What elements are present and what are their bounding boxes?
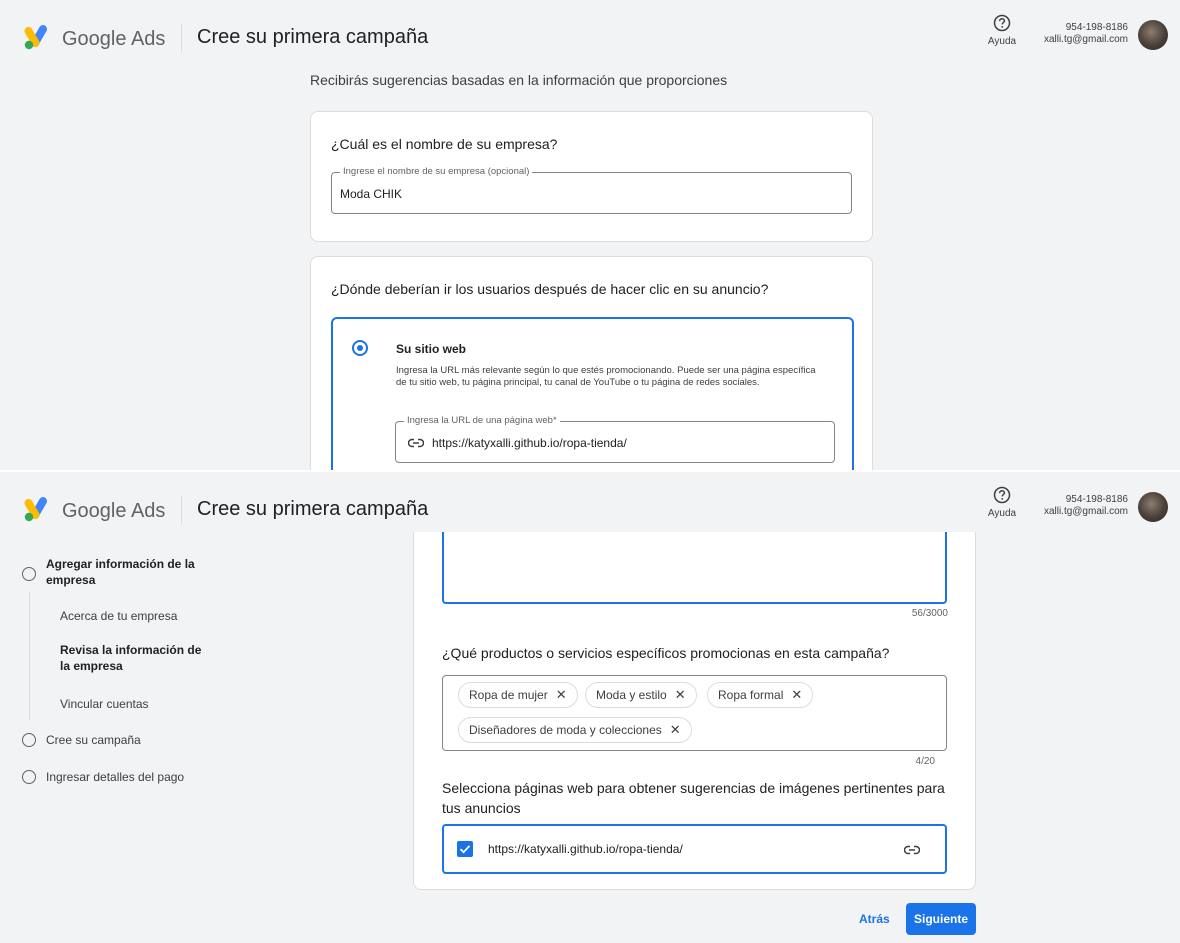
- substep-link-accounts[interactable]: Vincular cuentas: [60, 696, 149, 712]
- account-info[interactable]: 954-198-8186 xalli.tg@gmail.com: [1030, 494, 1128, 518]
- chip-label: Ropa de mujer: [469, 688, 548, 702]
- page-url-value: https://katyxalli.github.io/ropa-tienda/: [488, 842, 683, 856]
- account-info[interactable]: 954-198-8186 xalli.tg@gmail.com: [1030, 22, 1128, 46]
- business-name-question: ¿Cuál es el nombre de su empresa?: [331, 136, 558, 152]
- destination-question: ¿Dónde deberían ir los usuarios después …: [331, 281, 769, 297]
- page-url-checkbox[interactable]: [457, 841, 473, 857]
- chip-ropa-formal: Ropa formal ✕: [707, 682, 814, 708]
- next-button[interactable]: Siguiente: [906, 903, 976, 935]
- website-url-value: https://katyxalli.github.io/ropa-tienda/: [432, 436, 627, 450]
- step-3-label[interactable]: Ingresar detalles del pago: [46, 770, 184, 784]
- link-icon: [904, 845, 920, 855]
- chip-label: Ropa formal: [718, 688, 784, 702]
- remove-chip-icon[interactable]: ✕: [556, 687, 567, 703]
- step-3-circle: [22, 770, 36, 784]
- account-email: xalli.tg@gmail.com: [1043, 34, 1128, 45]
- business-description-textarea[interactable]: [442, 532, 947, 604]
- products-chips-input[interactable]: Ropa de mujer ✕ Moda y estilo ✕ Ropa for…: [442, 675, 947, 751]
- pages-question: Selecciona páginas web para obtener suge…: [442, 780, 945, 816]
- substep-about-business[interactable]: Acerca de tu empresa: [60, 608, 177, 624]
- business-name-label: Ingrese el nombre de su empresa (opciona…: [340, 166, 533, 177]
- products-question: ¿Qué productos o servicios específicos p…: [442, 645, 890, 661]
- brand-name: Google Ads: [62, 500, 166, 522]
- step-1-circle: [22, 567, 36, 581]
- help-label: Ayuda: [987, 508, 1017, 519]
- page-subtitle: Recibirás sugerencias basadas en la info…: [310, 72, 728, 88]
- help-label: Ayuda: [987, 36, 1017, 47]
- website-url-label: Ingresa la URL de una página web*: [404, 415, 560, 426]
- page-url-option[interactable]: https://katyxalli.github.io/ropa-tienda/: [442, 824, 947, 874]
- chip-disenadores-de-moda: Diseñadores de moda y colecciones ✕: [458, 717, 692, 743]
- account-phone: 954-198-8186: [1065, 494, 1128, 505]
- bottom-panel: Google Ads Cree su primera campaña Ayuda…: [0, 472, 1180, 943]
- app-header: Google Ads Cree su primera campaña Ayuda…: [0, 0, 1180, 64]
- description-counter: 56/3000: [911, 608, 948, 619]
- header-divider: [181, 24, 182, 52]
- chip-label: Diseñadores de moda y colecciones: [469, 723, 662, 737]
- app-header-repeat: Google Ads Cree su primera campaña Ayuda…: [0, 472, 1180, 536]
- website-option-title: Su sitio web: [396, 342, 467, 356]
- chip-ropa-de-mujer: Ropa de mujer ✕: [458, 682, 578, 708]
- top-panel: Google Ads Cree su primera campaña Ayuda…: [0, 0, 1180, 470]
- remove-chip-icon[interactable]: ✕: [670, 722, 681, 738]
- back-button[interactable]: Atrás: [859, 912, 890, 926]
- website-option[interactable]: Su sitio web Ingresa la URL más relevant…: [331, 317, 854, 470]
- business-name-value: Moda CHIK: [340, 187, 403, 201]
- destination-card: ¿Dónde deberían ir los usuarios después …: [310, 256, 873, 470]
- remove-chip-icon[interactable]: ✕: [791, 687, 802, 703]
- website-option-description: Ingresa la URL más relevante según lo qu…: [396, 365, 816, 388]
- google-ads-logo-icon: [24, 25, 47, 50]
- check-icon: [459, 845, 471, 854]
- help-button[interactable]: Ayuda: [984, 14, 1020, 47]
- business-details-card: 56/3000 ¿Qué productos o servicios espec…: [413, 532, 976, 890]
- step-1-line: [29, 592, 30, 720]
- avatar[interactable]: [1138, 492, 1168, 522]
- step-2-label[interactable]: Cree su campaña: [46, 733, 141, 747]
- remove-chip-icon[interactable]: ✕: [675, 687, 686, 703]
- help-icon: [993, 486, 1011, 504]
- help-button[interactable]: Ayuda: [984, 486, 1020, 519]
- page-title: Cree su primera campaña: [197, 498, 429, 520]
- account-email: xalli.tg@gmail.com: [1043, 506, 1128, 517]
- step-2-circle: [22, 733, 36, 747]
- help-icon: [993, 14, 1011, 32]
- brand-name: Google Ads: [62, 28, 166, 50]
- account-phone: 954-198-8186: [1065, 22, 1128, 33]
- business-name-card: ¿Cuál es el nombre de su empresa? Ingres…: [310, 111, 873, 242]
- header-divider: [181, 496, 182, 524]
- chip-moda-y-estilo: Moda y estilo ✕: [585, 682, 697, 708]
- business-name-input[interactable]: Ingrese el nombre de su empresa (opciona…: [331, 166, 852, 214]
- website-radio[interactable]: [352, 340, 368, 356]
- step-1-label[interactable]: Agregar información de la empresa: [46, 556, 206, 588]
- chip-label: Moda y estilo: [596, 688, 667, 702]
- google-ads-logo-icon: [24, 497, 47, 522]
- link-icon: [408, 438, 424, 448]
- substep-review-business[interactable]: Revisa la información de la empresa: [60, 642, 210, 674]
- avatar[interactable]: [1138, 20, 1168, 50]
- chips-counter: 4/20: [915, 756, 935, 767]
- website-url-input[interactable]: Ingresa la URL de una página web* https:…: [395, 415, 835, 463]
- page-title: Cree su primera campaña: [197, 26, 429, 48]
